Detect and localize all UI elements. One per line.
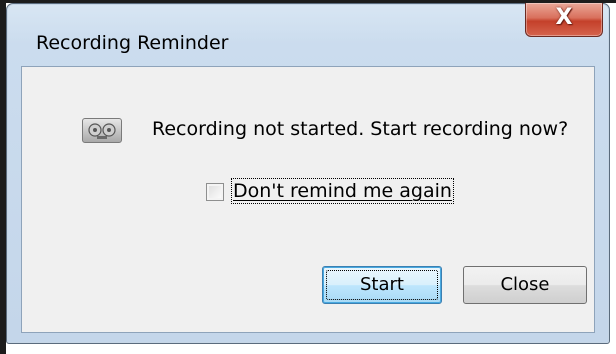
- screen: Recording Reminder X Recording not start…: [0, 0, 616, 354]
- close-button-label: Close: [500, 274, 550, 295]
- start-button[interactable]: Start: [322, 266, 442, 304]
- dont-remind-checkbox[interactable]: [206, 183, 224, 201]
- dialog-window: Recording Reminder X Recording not start…: [6, 3, 610, 344]
- focus-rectangle: [326, 270, 438, 300]
- dialog-client-area: Recording not started. Start recording n…: [21, 66, 595, 333]
- window-close-button[interactable]: X: [525, 3, 603, 37]
- close-icon: X: [555, 5, 573, 30]
- dont-remind-label[interactable]: Don't remind me again: [231, 178, 454, 204]
- tape-recorder-icon: [82, 118, 122, 143]
- title-bar[interactable]: Recording Reminder X: [7, 3, 609, 66]
- close-button[interactable]: Close: [463, 266, 587, 304]
- window-title: Recording Reminder: [36, 32, 229, 54]
- message-text: Recording not started. Start recording n…: [152, 118, 569, 140]
